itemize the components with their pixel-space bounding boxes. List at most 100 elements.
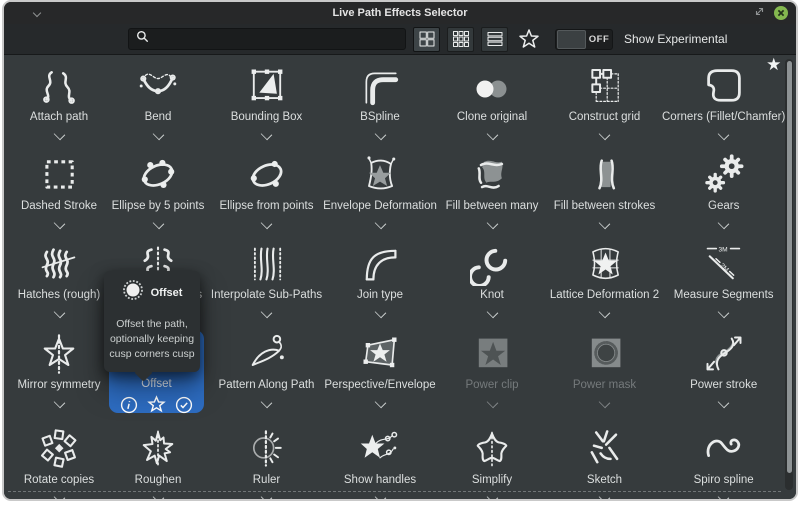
chevron-down-icon[interactable] <box>486 129 498 141</box>
chevron-down-icon[interactable] <box>718 397 730 409</box>
chevron-down-icon[interactable] <box>486 218 498 230</box>
effect-perspective-envelope[interactable]: Perspective/Envelope <box>323 327 437 422</box>
chevron-down-icon[interactable] <box>152 218 164 230</box>
chevron-down-icon[interactable] <box>486 307 498 319</box>
chevron-down-icon[interactable] <box>486 492 498 501</box>
effect-ellipse-from-points[interactable]: Ellipse from points <box>210 148 323 237</box>
effect-lattice-deformation-2[interactable]: Lattice Deformation 2 <box>547 237 662 327</box>
effect-roughen[interactable]: Roughen <box>106 422 210 501</box>
search-box[interactable] <box>128 28 406 50</box>
effect-dashed-stroke[interactable]: Dashed Stroke <box>12 148 106 237</box>
toggle-knob[interactable] <box>557 30 586 49</box>
effect-ellipse-by-5-points[interactable]: Ellipse by 5 points <box>106 148 210 237</box>
chevron-down-icon[interactable] <box>261 397 273 409</box>
effect-clone-original[interactable]: Clone original <box>437 59 547 148</box>
chevron-down-icon[interactable] <box>718 492 730 501</box>
effect-attach-path[interactable]: Attach path <box>12 59 106 148</box>
chevron-down-icon[interactable] <box>374 129 386 141</box>
effect-label: Fill between many <box>446 200 539 212</box>
chevron-down-icon[interactable] <box>53 397 65 409</box>
chevron-down-icon[interactable] <box>718 307 730 319</box>
chevron-down-icon[interactable] <box>152 492 164 501</box>
effect-label: Envelope Deformation <box>323 200 437 212</box>
effect-bspline[interactable]: BSpline <box>323 59 437 148</box>
effect-sketch[interactable]: Sketch <box>547 422 662 501</box>
corners-fillet-chamfer-icon <box>702 62 746 108</box>
effect-label: Roughen <box>135 474 182 486</box>
effect-power-clip[interactable]: Power clip <box>437 327 547 422</box>
large-grid-view-button[interactable] <box>413 27 440 52</box>
effect-bounding-box[interactable]: Bounding Box <box>210 59 323 148</box>
chevron-down-icon[interactable] <box>599 129 611 141</box>
effect-power-mask[interactable]: Power mask <box>547 327 662 422</box>
effect-hatches-rough[interactable]: Hatches (rough) <box>12 237 106 327</box>
toggle-state-label: OFF <box>586 34 612 45</box>
apply-check-icon[interactable] <box>175 396 193 419</box>
effect-gears[interactable]: Gears <box>662 148 785 237</box>
join-type-icon <box>358 240 402 286</box>
restore-window-icon[interactable] <box>754 4 765 22</box>
chevron-down-icon[interactable] <box>374 218 386 230</box>
effect-pattern-along-path[interactable]: Pattern Along Path <box>210 327 323 422</box>
small-grid-view-button[interactable] <box>447 27 474 52</box>
close-button[interactable] <box>774 6 788 20</box>
effect-construct-grid[interactable]: Construct grid <box>547 59 662 148</box>
effect-measure-segments[interactable]: 3M2M Measure Segments <box>662 237 785 327</box>
show-experimental-toggle[interactable]: OFF <box>555 29 613 50</box>
chevron-down-icon[interactable] <box>718 218 730 230</box>
chevron-down-icon[interactable] <box>53 307 65 319</box>
pattern-along-path-icon <box>245 330 289 376</box>
effect-label: Join type <box>357 289 403 301</box>
effect-simplify[interactable]: Simplify <box>437 422 547 501</box>
chevron-down-icon[interactable] <box>599 218 611 230</box>
effect-rotate-copies[interactable]: Rotate copies <box>12 422 106 501</box>
chevron-down-icon[interactable] <box>374 492 386 501</box>
chevron-down-icon[interactable] <box>599 397 611 409</box>
titlebar[interactable]: Live Path Effects Selector <box>4 2 796 24</box>
measure-segments-icon: 3M2M <box>702 240 746 286</box>
fill-between-many-icon <box>470 151 514 197</box>
chevron-down-icon[interactable] <box>152 129 164 141</box>
chevron-down-icon[interactable] <box>53 218 65 230</box>
viewport-focus-dashes <box>8 491 781 492</box>
chevron-down-icon[interactable] <box>261 218 273 230</box>
effect-show-handles[interactable]: Show handles <box>323 422 437 501</box>
favorites-filter-star-button[interactable] <box>515 27 542 52</box>
chevron-down-icon[interactable] <box>599 307 611 319</box>
favorite-star-action-icon[interactable] <box>147 395 166 419</box>
effect-spiro-spline[interactable]: Spiro spline <box>662 422 785 501</box>
chevron-down-icon[interactable] <box>374 397 386 409</box>
show-handles-icon <box>358 425 402 471</box>
effect-fill-between-many[interactable]: Fill between many <box>437 148 547 237</box>
chevron-down-icon[interactable] <box>261 307 273 319</box>
chevron-down-icon[interactable] <box>261 492 273 501</box>
scrollbar-track[interactable] <box>785 59 793 490</box>
effect-corners-fillet-chamfer[interactable]: ★ Corners (Fillet/Chamfer) <box>662 59 785 148</box>
effect-bend[interactable]: Bend <box>106 59 210 148</box>
chevron-down-icon[interactable] <box>599 492 611 501</box>
effect-join-type[interactable]: Join type <box>323 237 437 327</box>
effect-ruler[interactable]: Ruler <box>210 422 323 501</box>
chevron-down-icon[interactable] <box>718 129 730 141</box>
chevron-down-icon[interactable] <box>53 492 65 501</box>
chevron-down-icon[interactable] <box>486 397 498 409</box>
tooltip-description: Offset the path, optionally keeping cusp… <box>109 317 195 363</box>
list-view-button[interactable] <box>481 27 508 52</box>
effect-knot[interactable]: Knot <box>437 237 547 327</box>
chevron-down-icon[interactable] <box>261 129 273 141</box>
effect-fill-between-strokes[interactable]: Fill between strokes <box>547 148 662 237</box>
svg-text:2M: 2M <box>718 262 729 273</box>
power-mask-icon <box>583 330 627 376</box>
ellipse-by-5-points-icon <box>136 151 180 197</box>
effect-interpolate-subpaths[interactable]: Interpolate Sub-Paths <box>210 237 323 327</box>
scrollbar-thumb[interactable] <box>787 61 792 473</box>
effect-envelope-deformation[interactable]: Envelope Deformation <box>323 148 437 237</box>
chevron-down-icon[interactable] <box>374 307 386 319</box>
chevron-down-icon[interactable] <box>53 129 65 141</box>
effect-label: Gears <box>708 200 739 212</box>
effect-power-stroke[interactable]: Power stroke <box>662 327 785 422</box>
effect-mirror-symmetry[interactable]: Mirror symmetry <box>12 327 106 422</box>
search-input[interactable] <box>155 32 389 46</box>
effect-label: Rotate copies <box>24 474 94 486</box>
info-icon[interactable] <box>120 396 138 419</box>
